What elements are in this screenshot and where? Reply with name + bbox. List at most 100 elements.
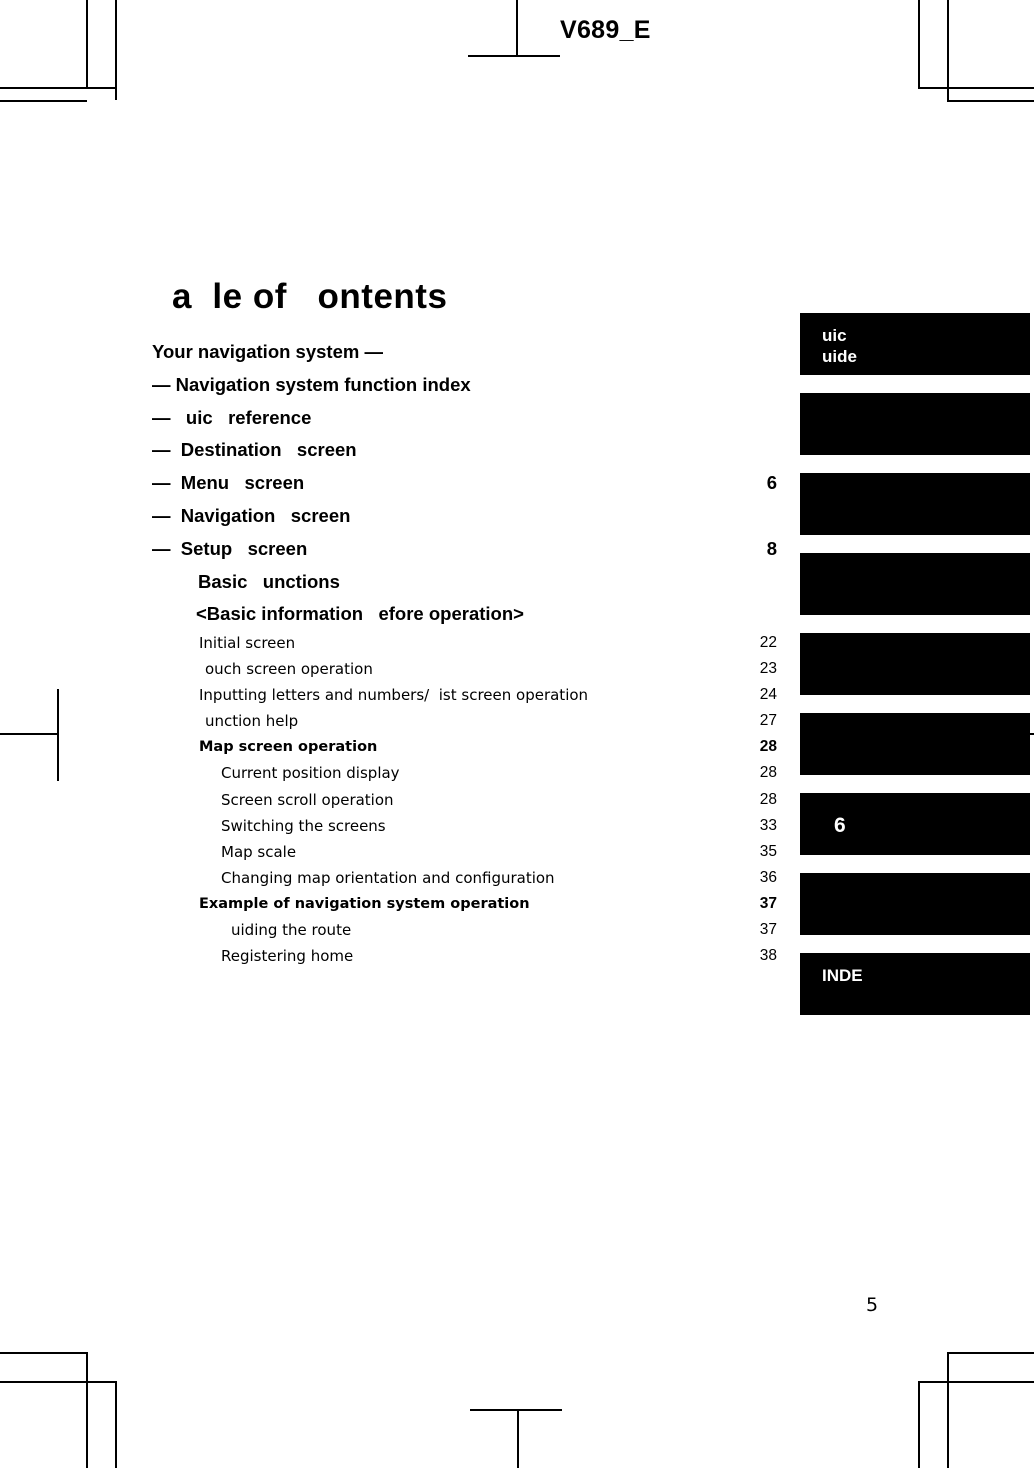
index-tab[interactable]: INDE xyxy=(800,953,1030,1015)
toc-entry-label: ouch screen operation xyxy=(205,660,373,679)
index-tab[interactable] xyxy=(800,633,1030,695)
toc-entry-label: Map screen operation xyxy=(199,739,378,756)
crop-mark-top-right-h2 xyxy=(947,100,1034,102)
crop-mark-bottom-right-v1 xyxy=(947,1352,949,1468)
toc-entry-label: Initial screen xyxy=(199,634,296,652)
toc-section-label: Your navigation system — xyxy=(152,341,383,362)
toc-entry-label: Screen scroll operation xyxy=(221,790,394,809)
toc-entry-row[interactable]: Map scale 35 xyxy=(199,839,777,865)
toc-section-row[interactable]: Your navigation system — xyxy=(152,336,777,369)
toc-entry-row[interactable]: Inputting letters and numbers/ ist scree… xyxy=(199,682,777,708)
toc-entry-page: 35 xyxy=(759,842,777,860)
toc-entry-row[interactable]: uiding the route 37 xyxy=(199,917,777,943)
toc-section-row[interactable]: — Navigation screen xyxy=(152,500,777,533)
toc-entry-label: unction help xyxy=(205,712,299,731)
toc-entry-page: 28 xyxy=(759,738,777,756)
toc-entry-row[interactable]: Example of navigation system operation 37 xyxy=(199,891,777,917)
index-tab[interactable] xyxy=(800,393,1030,455)
crop-mark-bottom-left-h2 xyxy=(0,1381,116,1383)
toc-entry-label: Changing map orientation and configurati… xyxy=(221,868,555,887)
index-tab[interactable]: uic uide xyxy=(800,313,1030,375)
crop-mark-bottom-right-h2 xyxy=(918,1381,1034,1383)
toc-section-label: <Basic information efore operation> xyxy=(196,603,524,625)
toc-section-label: Basic unctions xyxy=(198,570,340,592)
toc-entry-label: Example of navigation system operation xyxy=(199,895,530,912)
crop-mark-top-left-h2 xyxy=(0,100,87,102)
crop-mark-bottom-right-h1 xyxy=(947,1352,1034,1354)
document-page: V689_E a le of ontents Your navigation s… xyxy=(0,0,1034,1468)
toc-entry-row[interactable]: Registering home 38 xyxy=(199,943,777,969)
index-tab-label: 6 xyxy=(834,814,846,837)
crop-mark-top-left-v2 xyxy=(115,0,117,100)
toc-section-row[interactable]: — Menu screen 6 xyxy=(152,467,777,500)
toc-entry-row[interactable]: Map screen operation 28 xyxy=(199,734,777,760)
crop-mark-left-middle-v xyxy=(57,689,59,781)
toc-entry-row[interactable]: Initial screen 22 xyxy=(199,630,777,656)
index-tab[interactable] xyxy=(800,473,1030,535)
toc-entry-page: 22 xyxy=(759,634,777,651)
toc-entry-page: 37 xyxy=(759,921,777,939)
toc-entry-label: uiding the route xyxy=(231,921,352,940)
crop-mark-bottom-center-v xyxy=(517,1409,519,1468)
index-tab-label xyxy=(800,553,1030,565)
index-tab[interactable]: 6 xyxy=(800,793,1030,855)
toc-section-label: — Setup screen xyxy=(152,537,308,559)
crop-mark-top-right-v2 xyxy=(918,0,920,87)
toc-entry-page: 28 xyxy=(759,790,777,808)
crop-mark-bottom-left-v2 xyxy=(115,1381,117,1468)
crop-mark-top-right-v1 xyxy=(947,0,949,100)
toc-section-row[interactable]: — Destination screen xyxy=(152,434,777,467)
toc-entry-row[interactable]: ouch screen operation 23 xyxy=(199,656,777,682)
toc-entry-label: Current position display xyxy=(221,764,400,783)
toc-section-label: — Destination screen xyxy=(152,439,357,461)
index-tab-label xyxy=(800,393,1030,405)
toc-section-row[interactable]: — Navigation system function index xyxy=(152,369,777,402)
index-tab-label: uic uide xyxy=(822,326,857,366)
toc-section-page: 8 xyxy=(766,537,777,559)
crop-mark-bottom-right-v2 xyxy=(918,1381,920,1468)
crop-mark-top-center-v xyxy=(516,0,518,55)
index-tab-label: INDE xyxy=(822,966,863,985)
toc-section-label: — Navigation screen xyxy=(152,504,351,526)
toc-entry-label: Inputting letters and numbers/ ist scree… xyxy=(199,686,589,705)
toc-section-label: — Navigation system function index xyxy=(152,373,471,395)
toc-entry-row[interactable]: Screen scroll operation 28 xyxy=(199,787,777,813)
page-number: 5 xyxy=(866,1294,879,1316)
crop-mark-left-middle-h xyxy=(0,733,58,735)
toc-detail-entries: Initial screen 22 ouch screen operation 23 I… xyxy=(199,630,777,969)
toc-entry-page: 24 xyxy=(759,686,777,704)
toc-section-row[interactable]: — uic reference xyxy=(152,402,777,435)
toc-entry-row[interactable]: Changing map orientation and configurati… xyxy=(199,865,777,891)
page-title: a le of ontents xyxy=(172,277,448,316)
toc-entry-row[interactable]: Switching the screens 33 xyxy=(199,813,777,839)
toc-entry-row[interactable]: Current position display 28 xyxy=(199,760,777,786)
index-tab-label xyxy=(800,873,1030,885)
toc-entry-label: Registering home xyxy=(221,947,354,966)
crop-mark-bottom-left-v1 xyxy=(86,1352,88,1468)
crop-mark-top-left-h1 xyxy=(0,87,116,89)
index-tab[interactable] xyxy=(800,873,1030,935)
crop-mark-top-left-v1 xyxy=(86,0,88,87)
toc-section-label: — uic reference xyxy=(152,406,312,428)
crop-mark-top-right-h1 xyxy=(918,87,1034,89)
index-tab-strip: uic uide 6 INDE xyxy=(800,313,1030,1033)
document-code: V689_E xyxy=(560,16,651,44)
index-tab[interactable] xyxy=(800,553,1030,615)
toc-entry-page: 33 xyxy=(759,816,777,834)
toc-entry-row[interactable]: unction help 27 xyxy=(199,708,777,734)
toc-section-page: 6 xyxy=(766,472,777,494)
toc-entry-page: 38 xyxy=(759,947,777,965)
toc-entry-label: Switching the screens xyxy=(221,816,386,835)
toc-section-row[interactable]: — Setup screen 8 xyxy=(152,533,777,566)
crop-mark-bottom-center-h xyxy=(470,1409,562,1411)
toc-section-row[interactable]: <Basic information efore operation> xyxy=(152,598,777,631)
toc-section-row[interactable]: Basic unctions xyxy=(152,566,777,599)
toc-section-label: — Menu screen xyxy=(152,472,305,494)
index-tab[interactable] xyxy=(800,713,1030,775)
toc-entry-page: 23 xyxy=(759,660,777,678)
crop-mark-bottom-left-h1 xyxy=(0,1352,87,1354)
index-tab-label xyxy=(800,473,1030,485)
toc-entry-page: 36 xyxy=(759,868,777,886)
toc-entry-page: 28 xyxy=(759,764,777,782)
crop-mark-top-center-h xyxy=(468,55,560,57)
